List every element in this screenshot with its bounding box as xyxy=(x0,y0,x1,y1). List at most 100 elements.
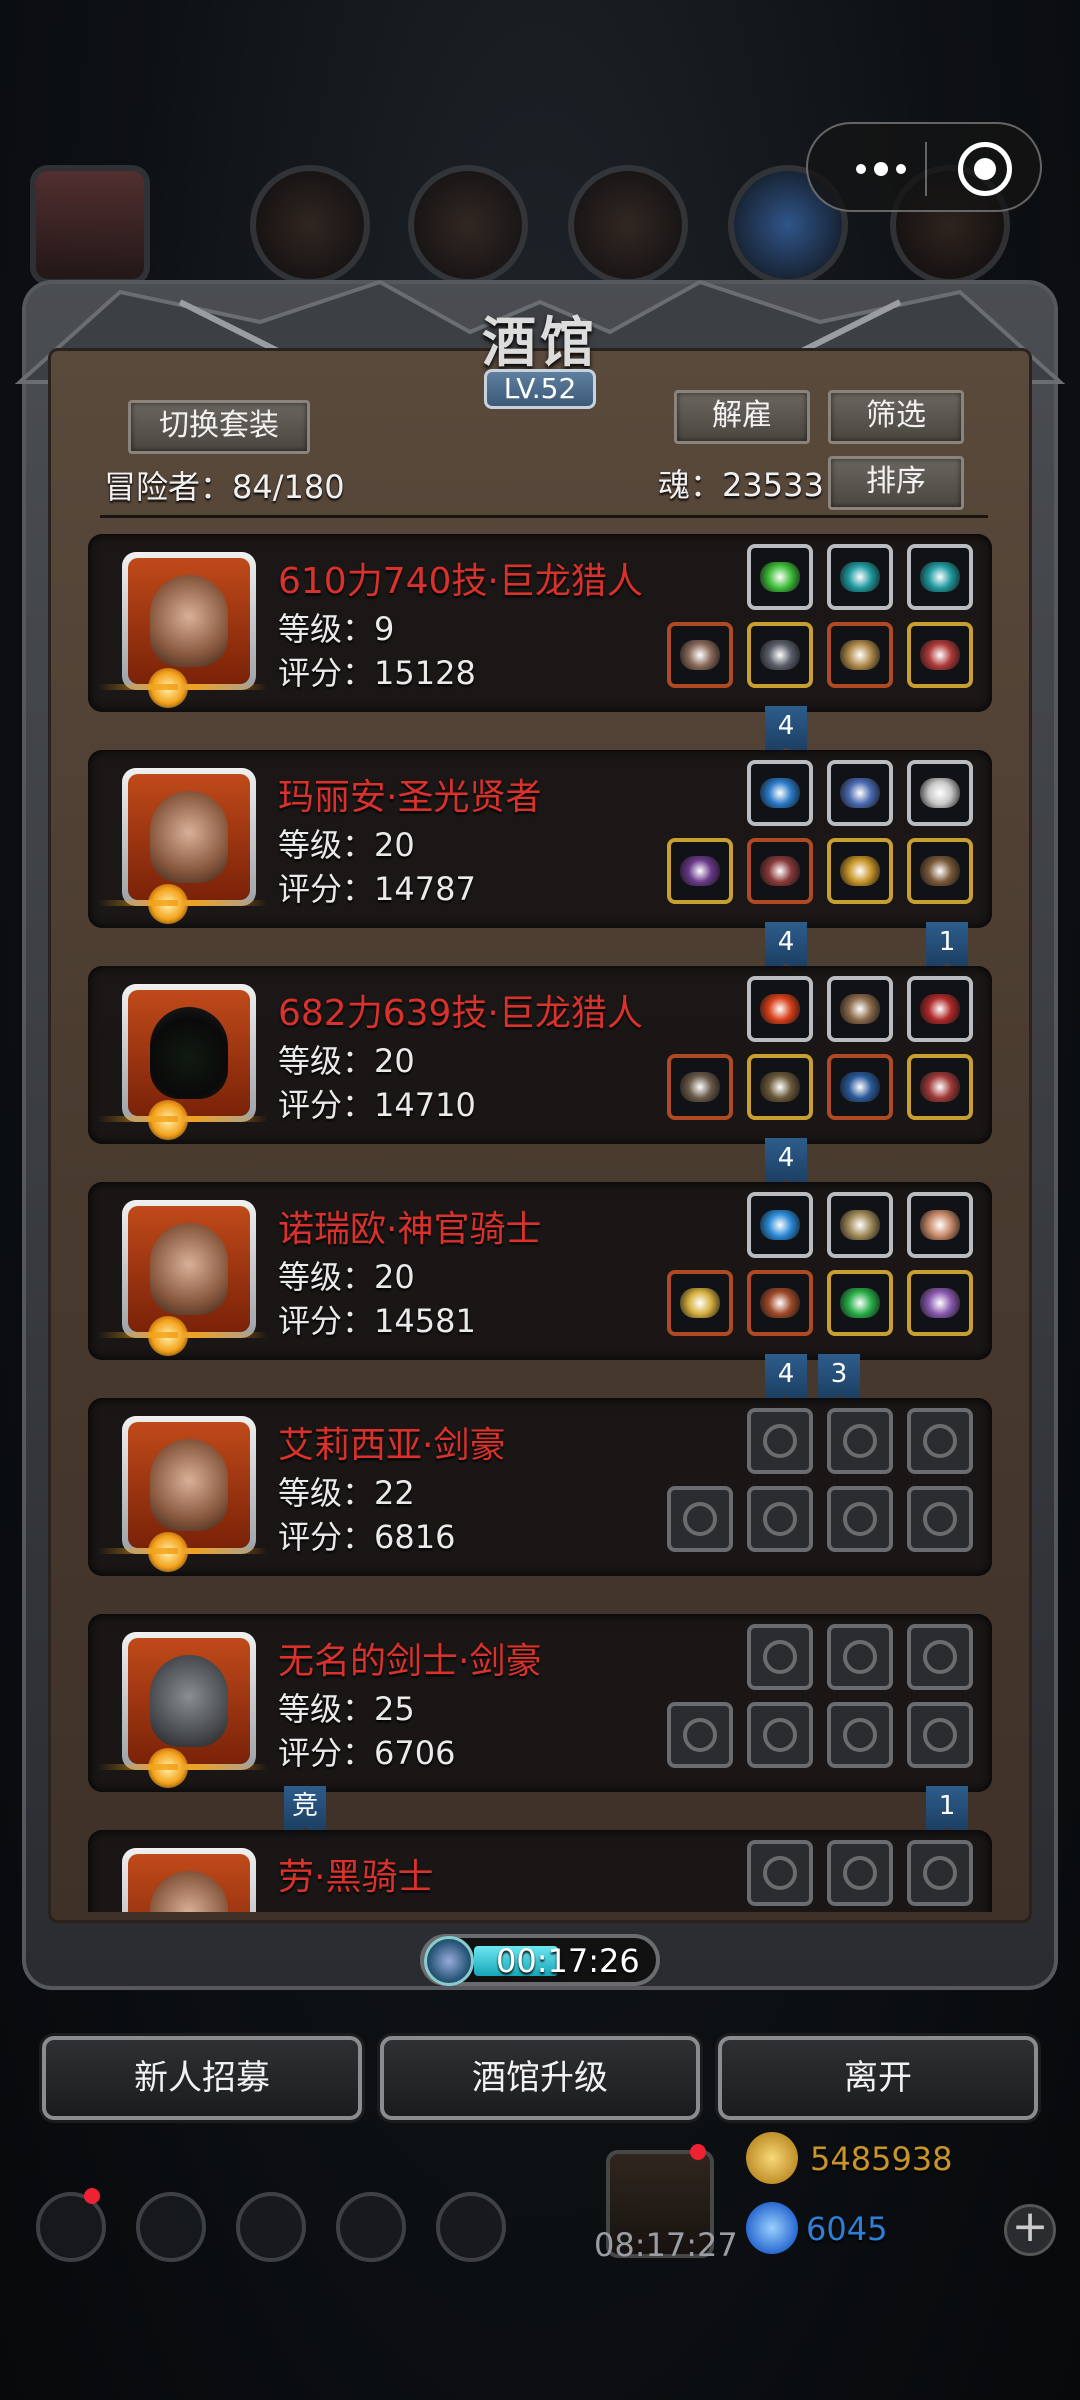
chest-armor-icon[interactable] xyxy=(747,1054,813,1120)
add-currency-icon[interactable]: + xyxy=(1004,2204,1056,2256)
close-miniprogram-icon[interactable] xyxy=(958,142,1012,196)
hero-card[interactable]: 玛丽安·圣光贤者 等级：20 评分：14787 xyxy=(88,750,992,928)
equipment-glyph xyxy=(760,994,800,1024)
hammer-icon[interactable] xyxy=(667,1270,733,1336)
empty-sword-slot-icon[interactable] xyxy=(667,1702,733,1768)
equipment-glyph xyxy=(683,1718,717,1752)
empty-hourglass-slot-icon[interactable] xyxy=(827,1408,893,1474)
sort-button[interactable]: 排序 xyxy=(828,456,964,510)
potion-icon[interactable] xyxy=(827,760,893,826)
crossbow-icon[interactable] xyxy=(667,622,733,688)
rifle-icon[interactable] xyxy=(667,1054,733,1120)
hero-card[interactable]: 艾莉西亚·剑豪 等级：22 评分：6816 xyxy=(88,1398,992,1576)
hero-score: 评分：15128 xyxy=(278,654,476,692)
rank-wing-left xyxy=(98,1548,178,1554)
empty-flame-slot-icon[interactable] xyxy=(747,1624,813,1690)
flame-icon[interactable] xyxy=(747,976,813,1042)
empty-hourglass-slot-icon[interactable] xyxy=(907,1624,973,1690)
portrait-frame xyxy=(128,1206,250,1332)
hero-card[interactable]: 610力740技·巨龙猎人 等级：9 评分：15128 xyxy=(88,534,992,712)
ring-icon[interactable] xyxy=(827,838,893,904)
hero-level: 等级：25 xyxy=(278,1690,415,1728)
hero-name: 682力639技·巨龙猎人 xyxy=(278,993,643,1034)
hero-score: 评分：14710 xyxy=(278,1086,476,1124)
empty-flame-slot-icon[interactable] xyxy=(747,1840,813,1906)
switch-outfit-button[interactable]: 切换套装 xyxy=(128,400,310,454)
empty-hourglass-slot-icon[interactable] xyxy=(827,1624,893,1690)
equipment-glyph xyxy=(923,1856,957,1890)
staff-icon[interactable] xyxy=(667,838,733,904)
empty-ring-slot-icon[interactable] xyxy=(907,1486,973,1552)
hero-card[interactable]: 无名的剑士·剑豪 等级：25 评分：6706 xyxy=(88,1614,992,1792)
empty-sword-slot-icon[interactable] xyxy=(667,1486,733,1552)
mask-icon[interactable] xyxy=(907,838,973,904)
portrait-frame xyxy=(128,1638,250,1764)
hero-portrait[interactable] xyxy=(122,552,256,690)
rank-wing-left xyxy=(98,1764,178,1770)
heart-pendant-icon[interactable] xyxy=(907,622,973,688)
hero-portrait[interactable] xyxy=(122,768,256,906)
spider-charm-icon[interactable] xyxy=(907,1270,973,1336)
hero-portrait[interactable] xyxy=(122,1632,256,1770)
skull-charm-icon[interactable] xyxy=(907,1054,973,1120)
mail-icon[interactable] xyxy=(336,2192,406,2262)
equipment-glyph xyxy=(760,562,800,592)
blue-flame-orb-icon[interactable] xyxy=(747,1192,813,1258)
empty-flame-slot-icon[interactable] xyxy=(747,1408,813,1474)
empty-armor-slot-icon[interactable] xyxy=(747,1486,813,1552)
guild-icon[interactable] xyxy=(236,2192,306,2262)
armor-icon[interactable] xyxy=(747,622,813,688)
hero-card[interactable]: 682力639技·巨龙猎人 等级：20 评分：14710 xyxy=(88,966,992,1144)
filter-button[interactable]: 筛选 xyxy=(828,390,964,444)
amulet-icon[interactable] xyxy=(827,622,893,688)
hero-score: 评分：6816 xyxy=(278,1518,456,1556)
emerald-icon[interactable] xyxy=(827,1270,893,1336)
equipment-glyph xyxy=(840,856,880,886)
plate-armor-icon[interactable] xyxy=(747,1270,813,1336)
recruit-button[interactable]: 新人招募 xyxy=(42,2036,362,2120)
empty-ring-slot-icon[interactable] xyxy=(827,1702,893,1768)
empty-hourglass-slot-icon[interactable] xyxy=(907,1408,973,1474)
hero-portrait[interactable] xyxy=(122,984,256,1122)
blue-orb-icon[interactable] xyxy=(747,760,813,826)
equipment-glyph xyxy=(763,1718,797,1752)
hero-card[interactable]: 劳·黑骑士 xyxy=(88,1830,992,1912)
equipment-glyph xyxy=(923,1502,957,1536)
equipment-glyph xyxy=(763,1424,797,1458)
dismiss-button[interactable]: 解雇 xyxy=(674,390,810,444)
horn-icon[interactable] xyxy=(827,1192,893,1258)
upgrade-tavern-button[interactable]: 酒馆升级 xyxy=(380,2036,700,2120)
miniprogram-capsule xyxy=(806,122,1042,212)
teal-gem-icon[interactable] xyxy=(907,544,973,610)
vortex-icon[interactable] xyxy=(907,976,973,1042)
rune-stone-icon[interactable] xyxy=(907,1192,973,1258)
hero-name: 劳·黑骑士 xyxy=(278,1857,434,1898)
equipment-glyph xyxy=(683,1502,717,1536)
empty-hourglass-slot-icon[interactable] xyxy=(907,1840,973,1906)
hero-name: 无名的剑士·剑豪 xyxy=(278,1641,542,1682)
equipment-glyph xyxy=(680,1288,720,1318)
hero-card[interactable]: 诺瑞欧·神官骑士 等级：20 评分：14581 xyxy=(88,1182,992,1360)
more-options-icon[interactable] xyxy=(836,144,926,194)
leave-button[interactable]: 离开 xyxy=(718,2036,1038,2120)
equipment-glyph xyxy=(843,1424,877,1458)
hero-portrait[interactable] xyxy=(122,1200,256,1338)
equipment-glyph xyxy=(840,1210,880,1240)
map-icon[interactable] xyxy=(436,2192,506,2262)
hero-portrait[interactable] xyxy=(122,1416,256,1554)
empty-hourglass-slot-icon[interactable] xyxy=(827,1840,893,1906)
rank-wing-right xyxy=(188,1548,268,1554)
empty-ring-slot-icon[interactable] xyxy=(827,1486,893,1552)
hero-portrait[interactable] xyxy=(122,1848,256,1912)
achievement-icon[interactable] xyxy=(136,2192,206,2262)
teal-gem-icon[interactable] xyxy=(827,544,893,610)
empty-ring-slot-icon[interactable] xyxy=(907,1702,973,1768)
bracer-icon[interactable] xyxy=(827,1054,893,1120)
timer-text: 00:17:26 xyxy=(496,1942,640,1980)
robe-icon[interactable] xyxy=(747,838,813,904)
green-crystal-icon[interactable] xyxy=(747,544,813,610)
hero-avatar xyxy=(150,1439,228,1531)
empty-armor-slot-icon[interactable] xyxy=(747,1702,813,1768)
claw-icon[interactable] xyxy=(907,760,973,826)
bow-icon[interactable] xyxy=(827,976,893,1042)
